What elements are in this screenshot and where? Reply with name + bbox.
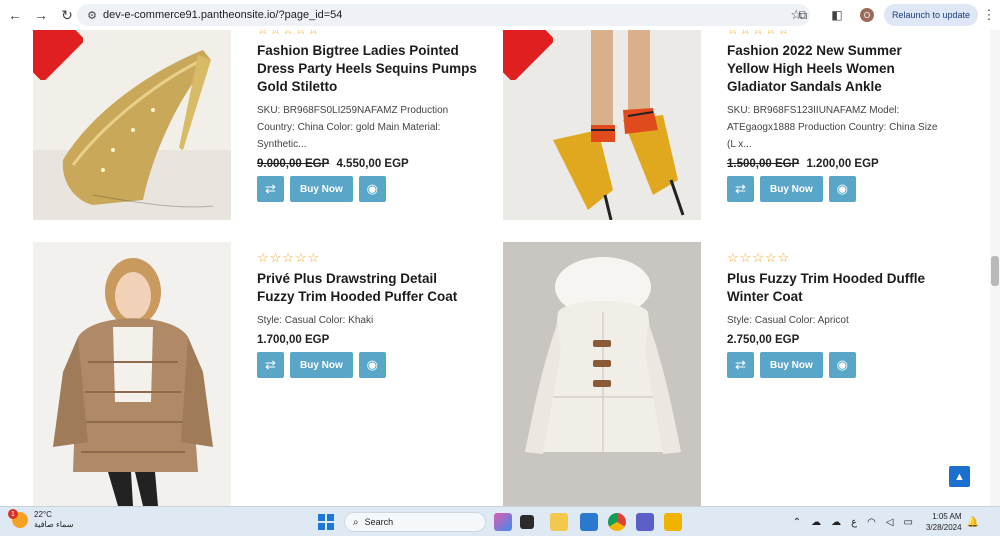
menu-icon[interactable]: ⋮ — [982, 7, 996, 23]
khaki-puffer-coat-image — [33, 242, 231, 506]
extensions-icon[interactable]: ⧉ — [795, 7, 811, 23]
quick-view-eye-icon[interactable]: ◉ — [828, 352, 856, 378]
product-card: ☆☆☆☆☆ Privé Plus Drawstring Detail Fuzzy… — [33, 242, 473, 506]
chrome-icon[interactable] — [608, 513, 626, 531]
rating-stars: ☆☆☆☆☆ — [257, 30, 477, 38]
product-price: 9.000,00 EGP 4.550,00 EGP — [257, 158, 477, 170]
weather-desc: سماء صافية — [34, 520, 74, 529]
clock-date: 3/28/2024 — [925, 523, 962, 532]
buy-now-button[interactable]: Buy Now — [290, 176, 353, 202]
volume-icon[interactable]: ◁ — [886, 517, 894, 528]
product-card: ☆☆☆☆☆ Fashion 2022 New Summer Yellow Hig… — [503, 30, 943, 262]
product-card: ☆☆☆☆☆ Fashion Bigtree Ladies Pointed Dre… — [33, 30, 477, 262]
product-price: 2.750,00 EGP — [727, 334, 947, 346]
product-price: 1.700,00 EGP — [257, 334, 477, 346]
product-title[interactable]: Plus Fuzzy Trim Hooded Duffle Winter Coa… — [727, 270, 947, 306]
site-info-icon[interactable]: ⚙ — [81, 9, 103, 22]
store-icon[interactable] — [580, 513, 598, 531]
product-info: ☆☆☆☆☆ Fashion Bigtree Ladies Pointed Dre… — [257, 30, 477, 202]
search-placeholder: Search — [364, 517, 394, 527]
relaunch-button[interactable]: Relaunch to update — [883, 4, 978, 26]
url-text: dev-e-commerce91.pantheonsite.io/?page_i… — [103, 9, 343, 21]
product-actions: ⇄ Buy Now ◉ — [727, 176, 947, 202]
product-description: Style: Casual Color: Khaki — [257, 315, 374, 326]
product-title[interactable]: Privé Plus Drawstring Detail Fuzzy Trim … — [257, 270, 477, 306]
quick-view-eye-icon[interactable]: ◉ — [358, 176, 386, 202]
back-icon[interactable]: ← — [2, 2, 28, 28]
product-description: SKU: BR968FS0LI259NAFAMZ Production Coun… — [257, 105, 449, 150]
onedrive-icon[interactable]: ☁ — [811, 517, 821, 528]
scrollbar-thumb[interactable] — [991, 256, 999, 286]
product-card: ☆☆☆☆☆ Plus Fuzzy Trim Hooded Duffle Wint… — [503, 242, 943, 506]
product-description: SKU: BR968FS123IIUNAFAMZ Model: ATEgaogx… — [727, 105, 938, 150]
product-image[interactable] — [503, 242, 701, 506]
quick-view-eye-icon[interactable]: ◉ — [358, 352, 386, 378]
product-info: ☆☆☆☆☆ Plus Fuzzy Trim Hooded Duffle Wint… — [727, 250, 947, 378]
taskbar-search[interactable]: ⌕ Search — [344, 512, 486, 532]
weather-widget[interactable]: 1 22°C سماء صافية — [8, 509, 74, 530]
sale-ribbon — [503, 30, 553, 80]
side-panel-icon[interactable]: ◧ — [829, 7, 845, 23]
weather-sun-icon: 1 — [8, 509, 28, 528]
sale-ribbon — [33, 30, 83, 80]
sale-price: 1.700,00 EGP — [257, 334, 330, 346]
weather-temp: 22°C — [34, 510, 52, 519]
windows-start-icon[interactable] — [318, 514, 334, 530]
profile-avatar[interactable]: O — [859, 8, 874, 22]
copilot-icon[interactable] — [494, 513, 512, 531]
windows-taskbar: 1 22°C سماء صافية ⌕ Search ⌃ ☁ ☁ ع ◠ ◁ ▭… — [0, 506, 1000, 536]
system-tray: ⌃ ☁ ☁ ع ◠ ◁ ▭ 1:05 AM 3/28/2024 🔔 — [788, 507, 984, 536]
buy-now-button[interactable]: Buy Now — [760, 176, 823, 202]
compare-icon[interactable]: ⇄ — [257, 352, 284, 378]
notification-bell-icon[interactable]: 🔔 — [967, 517, 979, 528]
app-icon[interactable] — [664, 513, 682, 531]
product-actions: ⇄ Buy Now ◉ — [257, 176, 477, 202]
apricot-duffle-coat-image — [503, 242, 701, 506]
product-title[interactable]: Fashion 2022 New Summer Yellow High Heel… — [727, 42, 947, 96]
sale-price: 1.200,00 EGP — [806, 158, 879, 170]
buy-now-button[interactable]: Buy Now — [290, 352, 353, 378]
sale-price: 2.750,00 EGP — [727, 334, 800, 346]
scroll-to-top-button[interactable]: ▲ — [949, 466, 970, 487]
compare-icon[interactable]: ⇄ — [257, 176, 284, 202]
teams-icon[interactable] — [636, 513, 654, 531]
clock-time: 1:05 AM — [932, 512, 962, 521]
task-view-icon[interactable] — [520, 515, 534, 529]
product-actions: ⇄ Buy Now ◉ — [727, 352, 947, 378]
search-icon: ⌕ — [353, 516, 359, 528]
product-info: ☆☆☆☆☆ Fashion 2022 New Summer Yellow Hig… — [727, 30, 947, 202]
browser-toolbar: ← → ↻ ⚙ dev-e-commerce91.pantheonsite.io… — [0, 0, 1000, 30]
compare-icon[interactable]: ⇄ — [727, 176, 754, 202]
old-price: 9.000,00 EGP — [257, 158, 330, 170]
sale-price: 4.550,00 EGP — [336, 158, 409, 170]
clock[interactable]: 1:05 AM 3/28/2024 — [926, 511, 962, 533]
rating-stars: ☆☆☆☆☆ — [727, 30, 947, 38]
battery-icon[interactable]: ▭ — [904, 517, 913, 528]
rating-stars: ☆☆☆☆☆ — [257, 250, 321, 265]
compare-icon[interactable]: ⇄ — [727, 352, 754, 378]
language-indicator[interactable]: ع — [851, 517, 857, 528]
cloud-icon[interactable]: ☁ — [831, 517, 841, 528]
wifi-icon[interactable]: ◠ — [867, 517, 876, 528]
product-actions: ⇄ Buy Now ◉ — [257, 352, 477, 378]
product-image[interactable] — [33, 242, 231, 506]
old-price: 1.500,00 EGP — [727, 158, 800, 170]
notification-badge: 1 — [8, 509, 18, 519]
buy-now-button[interactable]: Buy Now — [760, 352, 823, 378]
forward-icon[interactable]: → — [28, 2, 54, 28]
product-price: 1.500,00 EGP 1.200,00 EGP — [727, 158, 947, 170]
product-title[interactable]: Fashion Bigtree Ladies Pointed Dress Par… — [257, 42, 477, 96]
product-description: Style: Casual Color: Apricot — [727, 315, 849, 326]
quick-view-eye-icon[interactable]: ◉ — [828, 176, 856, 202]
rating-stars: ☆☆☆☆☆ — [727, 250, 791, 265]
product-info: ☆☆☆☆☆ Privé Plus Drawstring Detail Fuzzy… — [257, 250, 477, 378]
chevron-up-icon[interactable]: ⌃ — [793, 517, 801, 528]
file-explorer-icon[interactable] — [550, 513, 568, 531]
address-bar[interactable]: ⚙ dev-e-commerce91.pantheonsite.io/?page… — [77, 4, 810, 26]
page-content: ☆☆☆☆☆ Fashion Bigtree Ladies Pointed Dre… — [0, 30, 990, 506]
page-scrollbar[interactable] — [990, 30, 1000, 506]
